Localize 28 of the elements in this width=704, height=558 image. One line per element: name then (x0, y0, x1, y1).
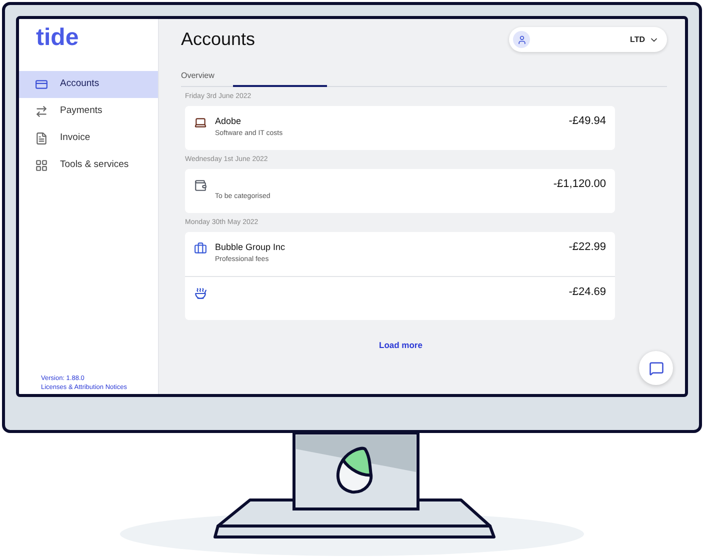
sidebar-item[interactable]: Accounts (19, 71, 158, 98)
bowl-icon (194, 287, 207, 300)
tab[interactable]: Overview (181, 67, 214, 82)
document-icon (35, 132, 48, 145)
arrows-icon (35, 105, 48, 118)
chat-button[interactable] (639, 351, 673, 385)
grid-icon (35, 159, 48, 172)
laptop-icon (194, 116, 207, 129)
amount: -£49.94 (568, 115, 606, 128)
page-title: Accounts (181, 28, 256, 51)
merchant-name: Bubble Group Inc (215, 241, 286, 254)
sidebar-item[interactable]: Payments (19, 98, 158, 125)
sidebar-item[interactable]: Tools & services (19, 152, 158, 179)
sidebar-item[interactable]: Invoice (19, 125, 158, 152)
chat-icon (648, 360, 664, 376)
transaction-row[interactable]: -£24.69 (185, 276, 615, 320)
amount: -£1,120.00 (553, 178, 606, 191)
amount: -£22.99 (568, 241, 606, 254)
user-icon (513, 31, 530, 48)
wallet-icon (194, 179, 207, 192)
amount: -£24.69 (568, 286, 606, 299)
card-icon (35, 78, 48, 91)
load-more-link[interactable]: Load more (379, 339, 422, 352)
logo: tide (36, 23, 79, 53)
merchant-name: Adobe (215, 115, 242, 128)
briefcase-icon (194, 242, 207, 255)
account-name: LTD (630, 34, 645, 46)
account-selector[interactable]: LTD (509, 27, 667, 52)
